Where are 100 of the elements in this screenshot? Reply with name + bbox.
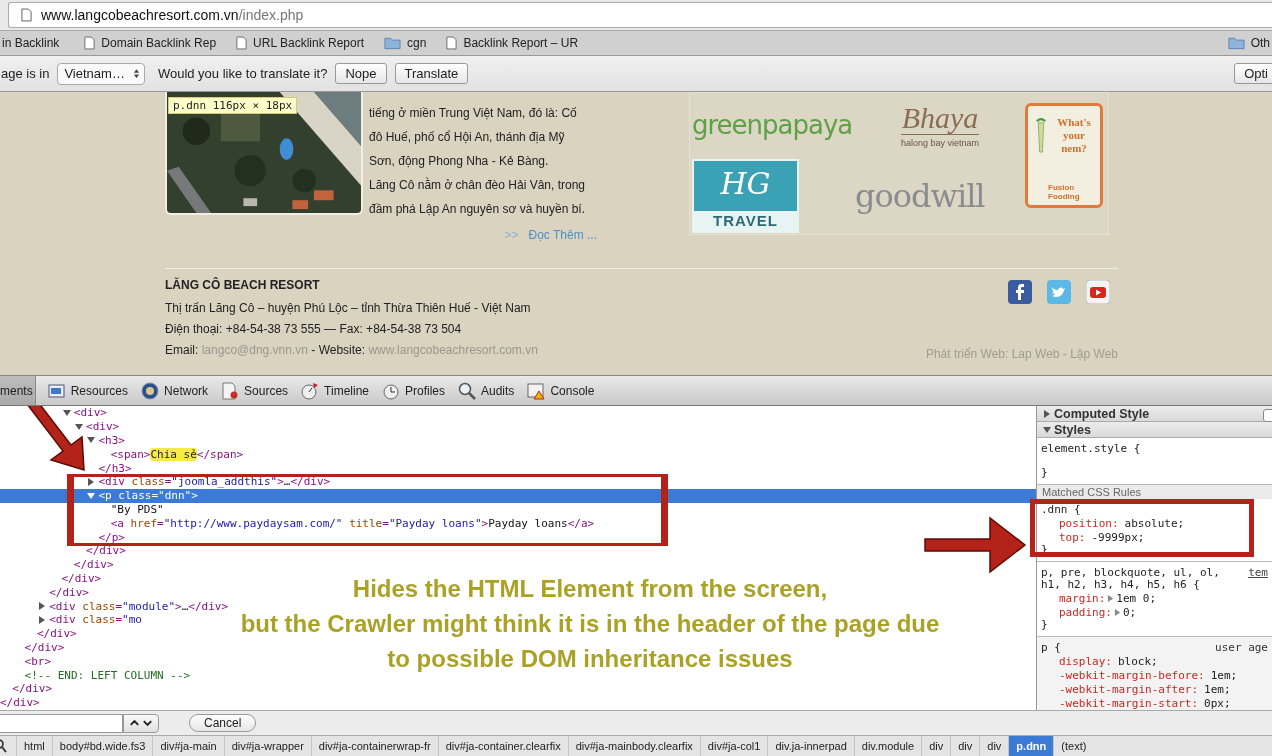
disclosure-triangle-icon[interactable] xyxy=(87,436,96,445)
css-property: position: absolute; xyxy=(1059,517,1185,530)
annotation-text: to possible DOM inheritance issues xyxy=(387,644,793,674)
dom-node-line: </div> xyxy=(12,682,53,696)
annotation-text: but the Crawler might think it is in the header of the page due xyxy=(240,609,940,639)
rule-source: user age xyxy=(1215,642,1268,654)
social-icon[interactable] xyxy=(1008,280,1032,304)
devtools-tab[interactable]: Sources xyxy=(215,376,295,405)
bookmark[interactable]: cgn xyxy=(384,36,427,50)
bookmark[interactable]: Backlink Report – UR xyxy=(446,36,579,50)
computed-style-header[interactable]: Computed Style xyxy=(1037,406,1272,422)
article-text-line: Lăng Cô nằm ở chân đèo Hải Vân, trong xyxy=(369,176,586,194)
article-text-line: Sơn, động Phong Nha - Kẻ Bàng. xyxy=(369,153,550,170)
folder-icon xyxy=(384,36,401,50)
social-icon[interactable] xyxy=(1086,280,1110,304)
dom-node-line: <div class="joomla_addthis">…</div> xyxy=(98,475,331,489)
dom-node-line: <!-- END: LEFT COLUMN --> xyxy=(24,668,191,682)
resort-name: LĂNG CÔ BEACH RESORT xyxy=(165,277,321,293)
search-icon[interactable] xyxy=(0,739,7,753)
breadcrumb[interactable]: (text) xyxy=(1053,736,1094,756)
css-property: display: block; xyxy=(1059,655,1158,668)
devtools-tab[interactable]: Console xyxy=(521,376,601,405)
devtools-tab[interactable]: Audits xyxy=(452,376,521,405)
breadcrumb[interactable]: div#ja-wrapper xyxy=(223,736,311,756)
partner-logo-text: goodwill xyxy=(855,177,985,215)
dom-node-line: </div> xyxy=(61,571,102,585)
styles-header[interactable]: Styles xyxy=(1037,422,1272,438)
address-field[interactable]: www.langcobeachresort.com.vn/index.php xyxy=(8,2,1272,28)
translate-bar-button[interactable]: Translate xyxy=(394,63,469,84)
dom-node-line: <h3> xyxy=(98,434,125,447)
devtools-tab[interactable]: Timeline xyxy=(295,376,375,405)
disclosure-triangle-icon[interactable] xyxy=(38,615,47,624)
breadcrumb[interactable]: div.ja-innerpad xyxy=(767,736,854,756)
stepper-buttons[interactable] xyxy=(123,713,159,733)
css-property: -webkit-margin-after: 1em; xyxy=(1059,683,1231,696)
language-select[interactable]: Vietnam… xyxy=(57,62,145,85)
dom-node-line: </div> xyxy=(24,640,65,654)
clock-icon xyxy=(382,381,400,400)
dom-node-line: </div> xyxy=(73,558,114,572)
breadcrumb[interactable]: div#ja-col1 xyxy=(699,736,768,756)
css-selector: p, pre, blockquote, ul, ol, xyxy=(1041,567,1220,579)
breadcrumb[interactable]: div xyxy=(950,736,980,756)
breadcrumb[interactable]: div.module xyxy=(853,736,922,756)
magnifier-icon xyxy=(458,381,476,400)
search-field[interactable] xyxy=(0,713,123,733)
breadcrumb[interactable]: body#bd.wide.fs3 xyxy=(51,736,153,756)
page-icon xyxy=(236,36,248,50)
devtools-tab[interactable]: ments xyxy=(0,376,36,405)
dom-node-line: <br> xyxy=(24,654,52,668)
devtools-tab[interactable]: Network xyxy=(135,376,215,405)
selected-row-highlight[interactable]: <p class="dnn"> xyxy=(0,488,1036,503)
dom-node-line: </div> xyxy=(36,627,77,641)
breadcrumb[interactable]: div#ja-mainbody.clearfix xyxy=(567,736,700,756)
breadcrumb[interactable]: div#ja-main xyxy=(152,736,224,756)
breadcrumb[interactable]: div#ja-container.clearfix xyxy=(437,736,568,756)
dom-node-line: </div> xyxy=(0,696,40,710)
css-brace: } xyxy=(1041,619,1049,631)
disclosure-triangle-icon[interactable] xyxy=(87,491,96,500)
dom-node-line: <a href="http://www.paydaysam.com/" title="Payday loans">Payday loans</a> xyxy=(110,516,595,530)
partner-logo-tagline: halong bay vietnam xyxy=(900,134,980,148)
partner-logo-text: greenpapaya xyxy=(692,110,853,140)
window-icon xyxy=(47,381,66,400)
partner-logo-text: What's your nem? xyxy=(1056,116,1092,155)
stopwatch-icon xyxy=(301,381,320,400)
devtools-tab[interactable]: Resources xyxy=(41,376,135,405)
css-selector: h1, h2, h3, h4, h5, h6 { xyxy=(1041,579,1200,591)
breadcrumb[interactable]: div xyxy=(921,736,951,756)
breadcrumb[interactable]: div#ja-containerwrap-fr xyxy=(310,736,438,756)
article-text-line: đô Huế, phố cổ Hội An, thánh địa Mỹ xyxy=(369,129,566,146)
dom-node-line: </div> xyxy=(86,544,126,558)
dom-node-line: <p class="dnn"> xyxy=(98,489,198,503)
element-size-tooltip: p.dnn 116px × 18px xyxy=(168,97,298,114)
page-icon xyxy=(21,8,32,22)
console-icon xyxy=(527,381,546,400)
disclosure-triangle-icon[interactable] xyxy=(75,422,84,431)
css-selector: element.style { xyxy=(1041,443,1142,455)
dom-node-line: </h3> xyxy=(98,461,132,475)
dom-node-line: "By PDS" xyxy=(110,502,164,516)
section-label: Matched CSS Rules xyxy=(1037,485,1272,499)
partner-logo-text: Bhaya xyxy=(901,102,979,134)
disclosure-triangle-icon[interactable] xyxy=(62,408,71,417)
breadcrumb[interactable]: p.dnn xyxy=(1008,736,1054,756)
disclosure-triangle-icon[interactable] xyxy=(87,477,96,486)
partner-logo-text: HG xyxy=(720,167,771,201)
options-button[interactable]: Opti xyxy=(1234,63,1272,84)
devtools-tab[interactable]: Profiles xyxy=(376,376,451,405)
bookmark[interactable]: Oth xyxy=(1227,36,1270,50)
credit-text: Phát triển Web: Lap Web - Lập Web xyxy=(925,347,1118,361)
stylesheet-link[interactable]: tem xyxy=(1248,567,1268,579)
cancel-button[interactable]: Cancel xyxy=(189,714,257,732)
bookmark[interactable]: URL Backlink Report xyxy=(236,36,364,50)
disclosure-triangle-icon[interactable] xyxy=(38,602,47,611)
partner-logo-tagline: TRAVEL xyxy=(694,211,797,231)
dom-node-line: </p> xyxy=(98,530,125,544)
css-property: top: -9999px; xyxy=(1059,531,1145,544)
css-property: padding: 0; xyxy=(1059,606,1137,619)
bookmark[interactable]: Domain Backlink Rep xyxy=(84,36,217,50)
breadcrumb[interactable]: html xyxy=(16,736,52,756)
translate-bar-button[interactable]: Nope xyxy=(335,63,387,84)
bookmark[interactable]: in Backlink xyxy=(2,36,60,50)
